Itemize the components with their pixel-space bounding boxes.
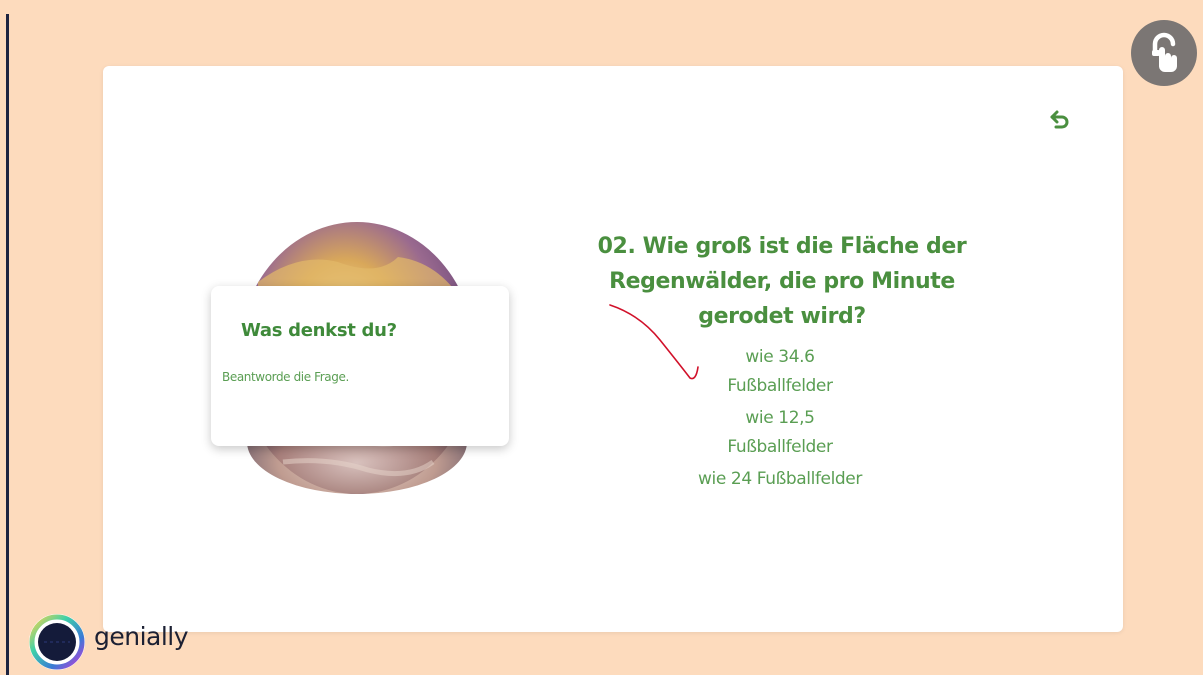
answer-option-3[interactable]: wie 24 Fußballfelder <box>670 465 890 494</box>
hint-title: Was denkst du? <box>241 320 397 341</box>
answer-option-1[interactable]: wie 34.6 Fußballfelder <box>700 343 860 401</box>
back-button[interactable] <box>1048 108 1072 132</box>
hint-card: Was denkst du? Beantworde die Frage. <box>211 286 509 446</box>
unlock-button[interactable] <box>1131 20 1197 86</box>
pen-annotation <box>609 304 699 380</box>
unlock-hand-icon <box>1152 32 1177 72</box>
hint-text: Beantworde die Frage. <box>222 370 349 384</box>
presentation-stage: Was denkst du? Beantworde die Frage. 02.… <box>0 0 1203 675</box>
window-edge <box>6 14 9 675</box>
genially-logo-icon <box>29 614 85 670</box>
answer-option-2[interactable]: wie 12,5 Fußballfelder <box>700 404 860 462</box>
genially-wordmark: genially <box>94 622 189 651</box>
undo-arrow-icon <box>1050 110 1069 129</box>
